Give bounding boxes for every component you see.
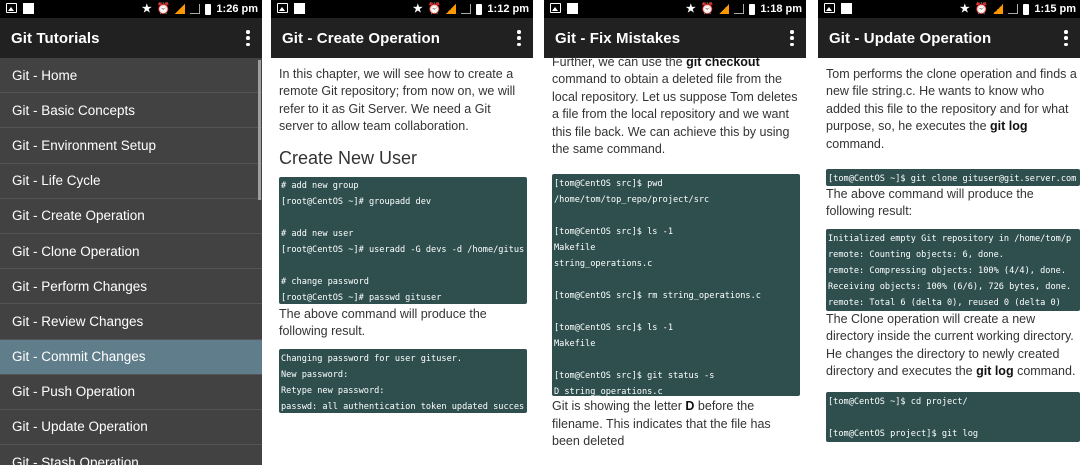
app-title: Git - Create Operation [282,30,441,47]
signal-empty-icon [734,4,745,14]
text-run: command to obtain a deleted file from th… [552,72,798,157]
star-icon: ★ [685,3,696,15]
nav-item[interactable]: Git - Life Cycle [0,164,262,199]
command-name: git log [976,364,1014,379]
screen-create-operation: ★ ⏰ 1:12 pm Git - Create Operation In th… [271,0,533,465]
nav-item[interactable]: Git - Clone Operation [0,234,262,270]
overflow-menu-icon[interactable] [790,30,794,46]
code-block: [tom@CentOS src]$ pwd /home/tom/top_repo… [552,174,800,397]
nav-item[interactable]: Git - Push Operation [0,375,262,410]
app-bar: Git - Fix Mistakes [544,18,806,58]
article-content: Further, we can use the git checkout com… [552,54,800,451]
article-content: In this chapter, we will see how to crea… [279,66,527,413]
battery-icon [205,3,212,15]
signal-icon [446,4,457,14]
square-notification-icon [23,3,34,14]
star-icon: ★ [959,3,970,15]
nav-item[interactable]: Git - Basic Concepts [0,93,262,129]
image-notification-icon [824,3,835,13]
screenshots-collage: ★ ⏰ 1:26 pm Git Tutorials Git - Home Git … [0,0,1080,465]
nav-item[interactable]: Git - Home [0,58,262,94]
screen-update-operation: ★ ⏰ 1:15 pm Git - Update Operation Tom p… [818,0,1080,465]
alarm-icon: ⏰ [700,3,715,15]
star-icon: ★ [141,3,152,15]
alarm-icon: ⏰ [156,3,171,15]
section-heading: Create New User [279,147,418,168]
alarm-icon: ⏰ [427,3,442,15]
square-notification-icon [567,3,578,14]
code-block-output: Initialized empty Git repository in /hom… [826,228,1080,311]
overflow-menu-icon[interactable] [517,30,521,46]
signal-empty-icon [461,4,472,14]
status-time: 1:12 pm [487,3,529,15]
battery-icon [749,3,756,15]
overflow-menu-icon[interactable] [246,30,250,46]
square-notification-icon [294,3,305,14]
star-icon: ★ [412,3,423,15]
status-time: 1:26 pm [216,3,258,15]
status-bar: ★ ⏰ 1:12 pm [271,0,533,18]
square-notification-icon [841,3,852,14]
result-paragraph: The above command will produce the follo… [826,187,1034,219]
deleted-file-paragraph: Git is showing the letter D before the f… [552,398,800,450]
signal-icon [175,4,186,14]
nav-item[interactable]: Git - Create Operation [0,199,262,234]
text-run: command. [826,136,885,151]
status-bar: ★ ⏰ 1:18 pm [544,0,806,18]
app-title: Git - Fix Mistakes [555,30,681,47]
signal-empty-icon [190,4,201,14]
alarm-icon: ⏰ [974,3,989,15]
text-run: command. [1013,364,1076,379]
clone-paragraph: Tom performs the clone operation and fin… [826,66,1080,153]
app-title: Git - Update Operation [829,30,992,47]
result-paragraph: The above command will produce the follo… [279,307,487,339]
app-title: Git Tutorials [11,30,100,47]
scrollbar[interactable] [258,60,261,200]
intro-paragraph: In this chapter, we will see how to crea… [279,67,516,134]
battery-icon [1023,3,1030,15]
image-notification-icon [277,3,288,13]
status-time: 1:15 pm [1034,3,1076,15]
status-bar: ★ ⏰ 1:26 pm [0,0,262,18]
article-content: Tom performs the clone operation and fin… [826,66,1080,443]
nav-item[interactable]: Git - Perform Changes [0,269,262,305]
image-notification-icon [6,3,17,13]
nav-item[interactable]: Git - Update Operation [0,410,262,446]
image-notification-icon [550,3,561,13]
code-block-log: [tom@CentOS ~]$ cd project/ [tom@CentOS … [826,392,1080,443]
code-block-output: Changing password for user gituser. New … [279,348,527,413]
status-bar: ★ ⏰ 1:15 pm [818,0,1080,18]
nav-item[interactable]: Git - Environment Setup [0,128,262,164]
code-block: # add new group [root@CentOS ~]# groupad… [279,177,527,305]
code-block-clone: [tom@CentOS ~]$ git clone gituser@git.se… [826,169,1080,187]
directory-paragraph: The Clone operation will create a new di… [826,311,1080,381]
signal-empty-icon [1008,4,1019,14]
nav-item[interactable]: Git - Stash Operation [0,445,262,465]
screen-git-tutorials: ★ ⏰ 1:26 pm Git Tutorials Git - Home Git … [0,0,262,465]
command-name: git checkout [686,55,760,69]
app-bar: Git - Create Operation [271,18,533,58]
status-time: 1:18 pm [760,3,802,15]
app-bar: Git Tutorials [0,18,262,58]
nav-item[interactable]: Git - Commit Changes [0,339,262,375]
text-run: Tom performs the clone operation and fin… [826,67,1077,134]
command-name: git log [990,119,1028,134]
text-run: Git is showing the letter [552,399,686,414]
nav-item[interactable]: Git - Review Changes [0,304,262,340]
battery-icon [476,3,483,15]
app-bar: Git - Update Operation [818,18,1080,58]
overflow-menu-icon[interactable] [1064,30,1068,46]
signal-icon [719,4,730,14]
nav-drawer-list: Git - Home Git - Basic Concepts Git - Envi… [0,58,262,465]
screen-fix-mistakes: ★ ⏰ 1:18 pm Git - Fix Mistakes Further, … [544,0,806,465]
signal-icon [993,4,1004,14]
text-run: Further, we can use the [552,55,687,69]
checkout-paragraph: Further, we can use the git checkout com… [552,54,800,158]
